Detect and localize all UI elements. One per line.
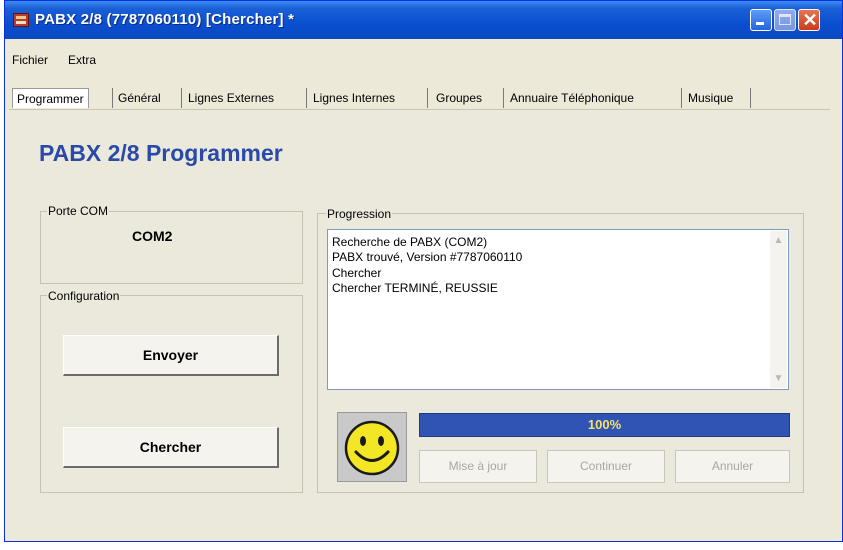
continue-button[interactable]: Continuer <box>547 450 665 483</box>
tab-lignes-internes[interactable]: Lignes Internes <box>309 88 399 108</box>
log-line: Chercher TERMINÉ, REUSSIE <box>332 281 498 295</box>
scroll-down-icon[interactable]: ▼ <box>771 371 786 386</box>
update-button[interactable]: Mise à jour <box>419 450 537 483</box>
com-port-label: Porte COM <box>47 204 110 218</box>
tab-musique[interactable]: Musique <box>684 88 737 108</box>
tab-separator <box>112 88 113 108</box>
tab-separator <box>503 88 504 108</box>
menu-fichier[interactable]: Fichier <box>12 53 48 67</box>
smiley-icon <box>344 420 400 476</box>
log-line: Recherche de PABX (COM2) <box>332 235 488 249</box>
app-icon[interactable] <box>13 13 29 27</box>
status-image <box>337 412 407 482</box>
tab-separator <box>681 88 682 108</box>
tab-annuaire-telephonique[interactable]: Annuaire Téléphonique <box>506 88 638 108</box>
minimize-button[interactable] <box>750 9 772 31</box>
progress-log[interactable]: Recherche de PABX (COM2) PABX trouvé, Ve… <box>327 229 789 390</box>
progress-bar: 100% <box>419 413 790 437</box>
close-icon: ✕ <box>802 10 818 30</box>
progress-percent: 100% <box>587 417 622 432</box>
window-title: PABX 2/8 (7787060110) [Chercher] * <box>35 11 295 28</box>
maximize-button[interactable] <box>774 9 796 31</box>
log-line: PABX trouvé, Version #7787060110 <box>332 250 523 264</box>
log-line: Chercher <box>332 266 382 280</box>
maximize-icon <box>779 14 791 25</box>
tab-groupes[interactable]: Groupes <box>432 88 486 108</box>
title-bar[interactable]: PABX 2/8 (7787060110) [Chercher] * ✕ <box>5 1 842 39</box>
com-port-group <box>40 211 303 284</box>
log-scrollbar[interactable]: ▲ ▼ <box>770 231 787 388</box>
tab-lignes-externes[interactable]: Lignes Externes <box>184 88 278 108</box>
tab-separator <box>750 88 751 108</box>
page-title: PABX 2/8 Programmer <box>39 140 283 166</box>
progress-label: Progression <box>326 207 393 221</box>
minimize-icon <box>756 22 764 25</box>
tab-separator <box>181 88 182 108</box>
cancel-button[interactable]: Annuler <box>675 450 790 483</box>
menu-extra[interactable]: Extra <box>68 53 96 67</box>
scroll-up-icon[interactable]: ▲ <box>771 233 786 248</box>
com-port-value: COM2 <box>132 228 173 244</box>
tab-programmer[interactable]: Programmer <box>12 88 89 108</box>
search-button[interactable]: Chercher <box>63 427 279 468</box>
send-button[interactable]: Envoyer <box>63 335 279 376</box>
configuration-label: Configuration <box>47 289 121 303</box>
tab-separator <box>427 88 428 108</box>
tab-general[interactable]: Général <box>114 88 165 108</box>
tab-separator <box>306 88 307 108</box>
close-button[interactable]: ✕ <box>798 9 820 31</box>
